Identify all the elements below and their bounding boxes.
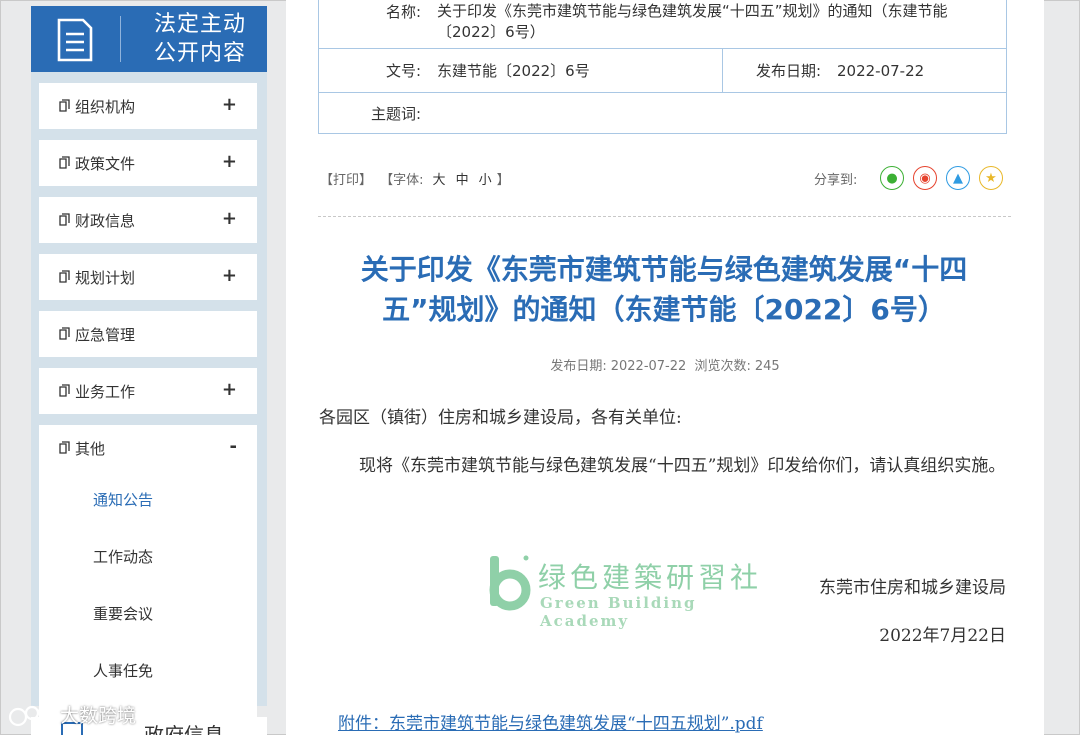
expand-icon[interactable]: +: [222, 151, 237, 172]
sidebar-subitem-meetings[interactable]: 重要会议: [93, 603, 153, 624]
page-icon: [59, 99, 70, 112]
pubdate-label: 发布日期:: [755, 62, 821, 80]
sidebar-item-label: 规划计划: [75, 269, 136, 287]
sidebar-title-line2: 公开内容: [153, 41, 246, 66]
sidebar-item-planning[interactable]: 规划计划 +: [39, 254, 257, 300]
page-icon: [59, 441, 70, 454]
page-icon: [59, 327, 70, 340]
name-value: 关于印发《东莞市建筑节能与绿色建筑发展“十四五”规划》的通知（东建节能〔2022…: [437, 2, 948, 41]
font-large-button[interactable]: 大: [433, 173, 446, 188]
watermark-text: 大数跨境: [60, 705, 137, 727]
watermark-logo-icon: [8, 704, 50, 726]
sidebar: 法定主动 公开内容 组织机构 + 政策文件 + 财政信息 + 规划计划 + 应急…: [31, 6, 267, 735]
info-row-docno: 文号: 东建节能〔2022〕6号 发布日期: 2022-07-22: [319, 49, 1006, 93]
name-label: 名称:: [385, 3, 421, 21]
sidebar-item-label: 业务工作: [75, 383, 136, 401]
wechat-icon[interactable]: ●: [880, 166, 904, 190]
share-label: 分享到:: [814, 173, 858, 188]
sidebar-subitem-personnel[interactable]: 人事任免: [93, 660, 153, 681]
info-row-name: 名称: 关于印发《东莞市建筑节能与绿色建筑发展“十四五”规划》的通知（东建节能〔…: [319, 0, 1006, 49]
main-content: 名称: 关于印发《东莞市建筑节能与绿色建筑发展“十四五”规划》的通知（东建节能〔…: [286, 0, 1044, 735]
expand-icon[interactable]: +: [222, 208, 237, 229]
document-info-table: 名称: 关于印发《东莞市建筑节能与绿色建筑发展“十四五”规划》的通知（东建节能〔…: [318, 0, 1007, 134]
article-title-line1: 关于印发《东莞市建筑节能与绿色建筑发展“十四: [360, 253, 968, 286]
expand-icon[interactable]: +: [222, 379, 237, 400]
divider: [318, 216, 1011, 217]
page-icon: [59, 270, 70, 283]
sidebar-title-line1: 法定主动: [153, 12, 246, 37]
page-icon: [59, 156, 70, 169]
sidebar-header: 法定主动 公开内容: [31, 6, 267, 72]
keywords-label: 主题词:: [370, 104, 421, 123]
sidebar-item-policy[interactable]: 政策文件 +: [39, 140, 257, 186]
document-icon: [57, 18, 93, 62]
header-divider: [120, 16, 121, 62]
qq-icon[interactable]: ▲: [946, 166, 970, 190]
font-size-suffix: 】: [496, 173, 510, 188]
green-building-logo-icon: [489, 555, 531, 611]
article-toolbar: 【打印】 【字体: 大中小】 分享到: ● ◉ ▲ ★: [320, 166, 1010, 190]
sidebar-item-emergency[interactable]: 应急管理: [39, 311, 257, 357]
font-medium-button[interactable]: 中: [456, 173, 469, 188]
article-title: 关于印发《东莞市建筑节能与绿色建筑发展“十四 五”规划》的通知（东建节能〔202…: [314, 250, 1014, 330]
docno-value: 东建节能〔2022〕6号: [437, 62, 590, 80]
attachment-link[interactable]: 附件：东莞市建筑节能与绿色建筑发展“十四五规划”.pdf: [338, 709, 763, 734]
expand-icon[interactable]: +: [222, 265, 237, 286]
signing-date: 2022年7月22日: [879, 626, 1006, 646]
docno-label: 文号:: [385, 62, 421, 80]
stamp-english-text: Green Building Academy: [540, 594, 697, 630]
sidebar-item-label: 其他: [75, 440, 106, 458]
sidebar-item-label: 组织机构: [75, 98, 136, 116]
sidebar-subitem-notices[interactable]: 通知公告: [93, 489, 153, 510]
sidebar-item-finance[interactable]: 财政信息 +: [39, 197, 257, 243]
meta-views: 245: [754, 359, 780, 374]
signature: 东莞市住房和城乡建设局: [819, 578, 1006, 598]
font-small-button[interactable]: 小: [479, 173, 492, 188]
article-title-line2: 五”规划》的通知（东建节能〔2022〕6号）: [382, 293, 946, 326]
sidebar-subitem-work-news[interactable]: 工作动态: [93, 546, 153, 567]
docno-cell: 文号: 东建节能〔2022〕6号: [319, 49, 723, 92]
sidebar-item-org[interactable]: 组织机构 +: [39, 83, 257, 129]
qzone-icon[interactable]: ★: [979, 166, 1003, 190]
sidebar-item-label: 应急管理: [75, 326, 136, 344]
font-size-label: 【字体:: [380, 173, 424, 188]
salutation: 各园区（镇街）住房和城乡建设局，各有关单位:: [319, 408, 682, 428]
page-icon: [59, 213, 70, 226]
article-meta: 发布日期: 2022-07-22 浏览次数: 245: [286, 355, 1044, 374]
info-row-keywords: 主题词:: [319, 93, 1006, 133]
watermark: 大数跨境: [8, 701, 136, 728]
pubdate-value: 2022-07-22: [837, 61, 925, 80]
meta-date-label: 发布日期:: [550, 359, 607, 374]
meta-date: 2022-07-22: [610, 359, 687, 374]
sidebar-item-other[interactable]: 其他 -: [39, 425, 257, 471]
print-button[interactable]: 【打印】: [320, 173, 372, 188]
sidebar-bottom-title: 政府信息: [144, 723, 224, 735]
weibo-icon[interactable]: ◉: [913, 166, 937, 190]
body-paragraph: 现将《东莞市建筑节能与绿色建筑发展“十四五”规划》印发给你们，请认真组织实施。: [359, 456, 1006, 476]
page-icon: [59, 384, 70, 397]
sidebar-submenu: 通知公告 工作动态 重要会议 人事任免: [39, 471, 257, 735]
stamp-chinese-text: 绿色建築研習社: [538, 561, 763, 594]
sidebar-item-label: 财政信息: [75, 212, 136, 230]
pubdate-cell: 发布日期: 2022-07-22: [723, 49, 1006, 92]
print-font-tools: 【打印】 【字体: 大中小】: [320, 169, 514, 188]
sidebar-item-business[interactable]: 业务工作 +: [39, 368, 257, 414]
expand-icon[interactable]: +: [222, 94, 237, 115]
sidebar-item-label: 政策文件: [75, 155, 136, 173]
watermark-stamp: 绿色建築研習社 Green Building Academy: [486, 550, 766, 630]
sidebar-menu: 组织机构 + 政策文件 + 财政信息 + 规划计划 + 应急管理 业务工作 +: [39, 83, 257, 735]
meta-views-label: 浏览次数:: [694, 359, 751, 374]
sidebar-title: 法定主动 公开内容: [140, 10, 260, 68]
collapse-icon[interactable]: -: [230, 436, 237, 457]
